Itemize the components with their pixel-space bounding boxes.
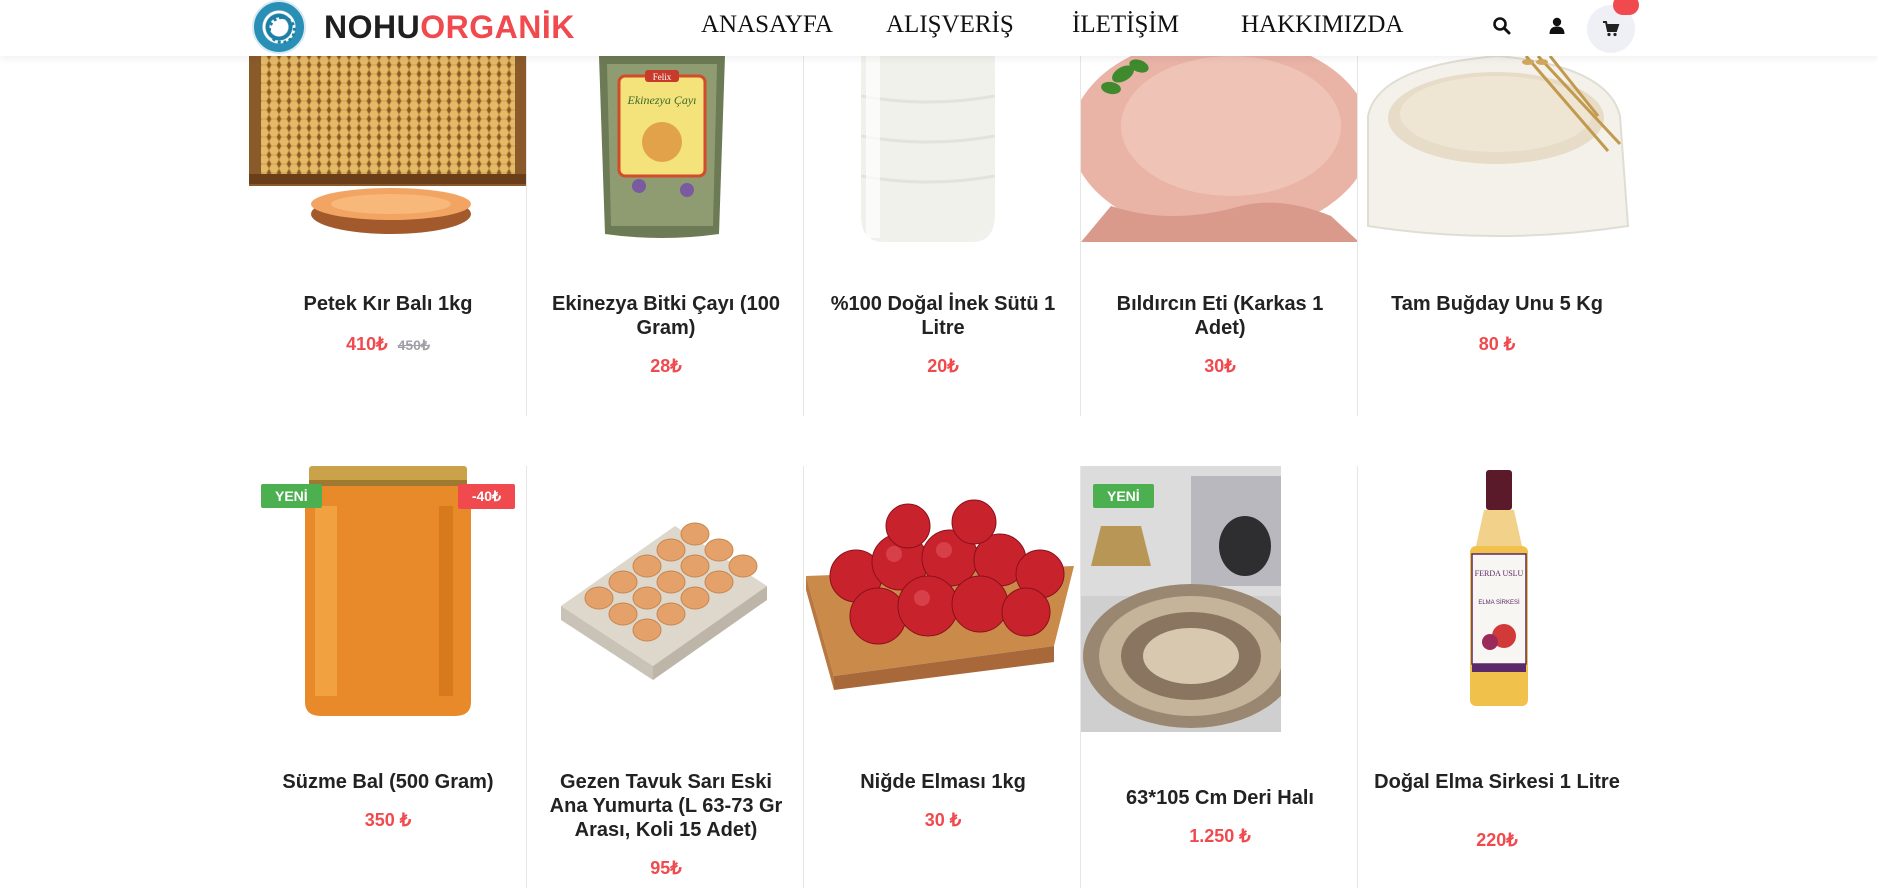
product-name[interactable]: Süzme Bal (500 Gram): [261, 770, 515, 794]
brand-name-part2: ORGANİK: [420, 9, 575, 45]
vinegar-brand-text: FERDA USLU: [1475, 569, 1524, 578]
product-card[interactable]: YENİ 63*105 Cm Deri Halı 1.250 ₺: [1080, 466, 1358, 888]
product-name[interactable]: Gezen Tavuk Sarı Eski Ana Yumurta (L 63-…: [539, 770, 793, 842]
product-price: 30 ₺: [924, 810, 962, 830]
product-name[interactable]: Petek Kır Balı 1kg: [261, 292, 515, 316]
product-image[interactable]: [1358, 56, 1636, 242]
product-image[interactable]: YENİ: [1081, 466, 1281, 732]
product-name[interactable]: Doğal Elma Sirkesi 1 Litre: [1370, 770, 1624, 794]
new-badge: YENİ: [1093, 484, 1154, 508]
product-image[interactable]: [249, 56, 527, 242]
product-image[interactable]: [527, 466, 805, 716]
product-price: 95₺: [650, 858, 682, 878]
product-price: 350 ₺: [364, 810, 412, 830]
product-price: 20₺: [927, 356, 959, 376]
search-icon[interactable]: [1492, 16, 1514, 38]
product-image[interactable]: [804, 56, 1082, 242]
nav-hakkimizda[interactable]: HAKKIMIZDA: [1241, 11, 1403, 39]
product-image[interactable]: [804, 466, 1082, 716]
product-name[interactable]: 63*105 Cm Deri Halı: [1093, 786, 1347, 810]
product-image[interactable]: [1081, 56, 1359, 242]
brand-logo-icon[interactable]: [252, 0, 306, 54]
nav-iletisim[interactable]: İLETİŞİM: [1072, 11, 1179, 39]
product-name[interactable]: Tam Buğday Unu 5 Kg: [1370, 292, 1624, 316]
product-image[interactable]: FERDA USLU ELMA SİRKESİ: [1358, 466, 1636, 716]
site-header: NOHUORGANİK ANASAYFA ALIŞVERİŞ İLETİŞİM …: [0, 0, 1878, 56]
product-price: 1.250 ₺: [1189, 826, 1251, 846]
nav-anasayfa[interactable]: ANASAYFA: [701, 11, 833, 39]
new-badge: YENİ: [261, 484, 322, 508]
product-name[interactable]: Bıldırcın Eti (Karkas 1 Adet): [1093, 292, 1347, 340]
product-card[interactable]: Bıldırcın Eti (Karkas 1 Adet) 30₺: [1080, 56, 1359, 416]
price-row: 410₺ 450₺: [249, 334, 527, 355]
product-image[interactable]: YENİ -40₺: [249, 466, 527, 716]
product-card[interactable]: Gezen Tavuk Sarı Eski Ana Yumurta (L 63-…: [526, 466, 804, 888]
tea-label-text: Ekinezya Çayı: [627, 93, 697, 107]
product-price: 80 ₺: [1478, 334, 1516, 354]
nav-alisveris[interactable]: ALIŞVERİŞ: [886, 11, 1014, 39]
product-price: 220₺: [1476, 830, 1518, 850]
product-name[interactable]: Ekinezya Bitki Çayı (100 Gram): [539, 292, 793, 340]
discount-badge: -40₺: [457, 484, 515, 509]
product-card[interactable]: FERDA USLU ELMA SİRKESİ Doğal Elma Sirke…: [1357, 466, 1635, 888]
vinegar-label-text: ELMA SİRKESİ: [1478, 599, 1520, 606]
product-price: 410₺: [346, 334, 388, 354]
product-card[interactable]: Felix Ekinezya Çayı Ekinezya Bitki Çayı …: [526, 56, 804, 416]
user-icon[interactable]: [1547, 16, 1569, 38]
product-card[interactable]: Niğde Elması 1kg 30 ₺: [803, 466, 1081, 888]
brand-logo-text[interactable]: NOHUORGANİK: [324, 9, 575, 46]
product-card[interactable]: %100 Doğal İnek Sütü 1 Litre 20₺: [803, 56, 1081, 416]
product-name[interactable]: %100 Doğal İnek Sütü 1 Litre: [816, 292, 1070, 340]
tea-brand-text: Felix: [653, 72, 672, 82]
product-card[interactable]: Petek Kır Balı 1kg 410₺ 450₺: [249, 56, 527, 416]
cart-icon: [1603, 21, 1620, 37]
product-card[interactable]: Tam Buğday Unu 5 Kg 80 ₺: [1357, 56, 1635, 416]
product-card[interactable]: YENİ -40₺ Süzme Bal (500 Gram) 350 ₺: [249, 466, 527, 888]
product-old-price: 450₺: [397, 337, 430, 353]
product-price: 30₺: [1204, 356, 1236, 376]
cart-count-badge: [1613, 0, 1639, 15]
product-image[interactable]: Felix Ekinezya Çayı: [527, 56, 805, 242]
product-price: 28₺: [650, 356, 682, 376]
product-name[interactable]: Niğde Elması 1kg: [816, 770, 1070, 794]
brand-name-part1: NOHU: [324, 9, 421, 45]
